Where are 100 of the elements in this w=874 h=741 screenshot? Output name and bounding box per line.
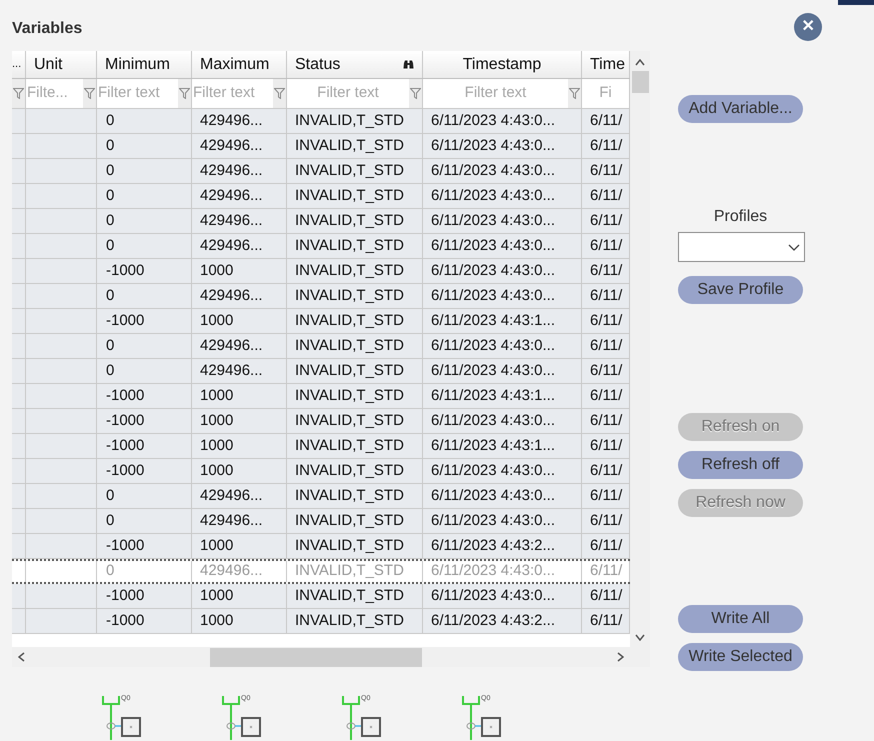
scrollbar-thumb[interactable] <box>632 71 648 93</box>
table-cell: 0 <box>97 509 192 533</box>
table-cell: 1000 <box>192 259 287 283</box>
table-cell: 0 <box>97 184 192 208</box>
table-cell: -1000 <box>97 534 192 558</box>
table-cell: 429496... <box>192 284 287 308</box>
table-cell: 0 <box>97 484 192 508</box>
filter-icon[interactable] <box>569 88 580 99</box>
table-cell: 6/11/2023 4:43:1... <box>423 384 582 408</box>
table-cell: 429496... <box>192 509 287 533</box>
table-cell: 6/11/2023 4:43:1... <box>423 434 582 458</box>
table-cell: 6/11/2023 4:43:0... <box>423 484 582 508</box>
table-cell: 429496... <box>192 561 287 582</box>
table-cell: 0 <box>97 561 192 582</box>
scroll-right-icon[interactable] <box>617 652 624 662</box>
table-cell: 429496... <box>192 209 287 233</box>
table-cell: -1000 <box>97 459 192 483</box>
table-cell: -1000 <box>97 259 192 283</box>
table-cell: 6/11/2023 4:43:0... <box>423 159 582 183</box>
filter-icon[interactable] <box>274 88 285 99</box>
table-cell: INVALID,T_STD <box>287 409 423 433</box>
action-button[interactable]: Save Profile <box>678 276 803 304</box>
table-cell: INVALID,T_STD <box>287 561 423 582</box>
table-cell: 6/11/2023 4:43:0... <box>423 134 582 158</box>
table-cell: 429496... <box>192 109 287 133</box>
scroll-up-icon[interactable] <box>635 59 645 66</box>
action-button[interactable]: Refresh off <box>678 451 803 479</box>
table-cell: 6/11/2023 4:43:0... <box>423 184 582 208</box>
table-cell: 0 <box>97 234 192 258</box>
table-cell: INVALID,T_STD <box>287 309 423 333</box>
table-cell: INVALID,T_STD <box>287 159 423 183</box>
table-cell: 0 <box>97 209 192 233</box>
table-cell: 1000 <box>192 534 287 558</box>
action-button[interactable]: Add Variable... <box>678 95 803 123</box>
table-cell: 0 <box>97 359 192 383</box>
table-cell: 1000 <box>192 459 287 483</box>
table-cell: 1000 <box>192 584 287 608</box>
table-cell: INVALID,T_STD <box>287 509 423 533</box>
table-cell: 1000 <box>192 384 287 408</box>
table-cell: INVALID,T_STD <box>287 134 423 158</box>
table-cell: -1000 <box>97 434 192 458</box>
filter-icon[interactable] <box>13 88 24 99</box>
table-cell: INVALID,T_STD <box>287 209 423 233</box>
table-cell: -1000 <box>97 609 192 633</box>
table-cell: 0 <box>97 284 192 308</box>
chevron-down-icon[interactable] <box>788 244 800 250</box>
table-cell: INVALID,T_STD <box>287 359 423 383</box>
table-cell: 6/11/2023 4:43:2... <box>423 534 582 558</box>
table-cell: 0 <box>97 334 192 358</box>
table-cell: INVALID,T_STD <box>287 434 423 458</box>
table-cell: 1000 <box>192 434 287 458</box>
column-header[interactable]: Maximum <box>192 51 287 78</box>
filter-icon[interactable] <box>179 88 190 99</box>
filter-icon[interactable] <box>84 88 95 99</box>
table-cell: 6/11/2023 4:43:0... <box>423 234 582 258</box>
column-header[interactable]: Unit <box>26 51 97 78</box>
scroll-left-icon[interactable] <box>18 652 25 662</box>
table-cell: -1000 <box>97 409 192 433</box>
table-cell: 6/11/2023 4:43:0... <box>423 284 582 308</box>
scrollbar-thumb[interactable] <box>210 648 422 666</box>
table-cell: 0 <box>97 159 192 183</box>
table-cell: 6/11/2023 4:43:2... <box>423 609 582 633</box>
table-cell: 0 <box>97 109 192 133</box>
table-cell: INVALID,T_STD <box>287 234 423 258</box>
column-header[interactable]: Timestamp <box>423 51 582 78</box>
table-cell: INVALID,T_STD <box>287 584 423 608</box>
table-cell: 429496... <box>192 134 287 158</box>
table-cell: 6/11/2023 4:43:1... <box>423 309 582 333</box>
action-button[interactable]: Write All <box>678 605 803 633</box>
table-cell: 6/11/2023 4:43:0... <box>423 459 582 483</box>
column-header[interactable]: ... <box>12 51 26 78</box>
table-cell: 429496... <box>192 484 287 508</box>
table-cell: 429496... <box>192 359 287 383</box>
table-cell: INVALID,T_STD <box>287 284 423 308</box>
table-cell: INVALID,T_STD <box>287 534 423 558</box>
table-cell: 6/11/2023 4:43:0... <box>423 409 582 433</box>
table-cell: 429496... <box>192 159 287 183</box>
close-button[interactable]: ✕ <box>794 13 822 41</box>
table-cell: 6/11/2023 4:43:0... <box>423 509 582 533</box>
table-cell: 6/11/2023 4:43:0... <box>423 334 582 358</box>
table-cell: 1000 <box>192 309 287 333</box>
binoculars-icon[interactable] <box>403 60 414 69</box>
table-cell: 6/11/2023 4:43:0... <box>423 359 582 383</box>
table-cell: 429496... <box>192 334 287 358</box>
table-cell: -1000 <box>97 309 192 333</box>
table-cell: 429496... <box>192 184 287 208</box>
table-cell: INVALID,T_STD <box>287 609 423 633</box>
window-title: Variables <box>12 19 82 37</box>
scroll-down-icon[interactable] <box>635 634 645 641</box>
table-cell: 6/11/2023 4:43:0... <box>423 109 582 133</box>
filter-icon[interactable] <box>410 88 421 99</box>
table-cell: -1000 <box>97 384 192 408</box>
table-cell: 6/11/2023 4:43:0... <box>423 209 582 233</box>
column-header[interactable]: Minimum <box>97 51 192 78</box>
table-cell: INVALID,T_STD <box>287 184 423 208</box>
table-cell: INVALID,T_STD <box>287 384 423 408</box>
table-cell: 6/11/2023 4:43:0... <box>423 561 582 582</box>
profiles-label: Profiles <box>712 207 768 227</box>
column-header[interactable]: Status <box>287 51 423 78</box>
action-button[interactable]: Write Selected <box>678 643 803 671</box>
